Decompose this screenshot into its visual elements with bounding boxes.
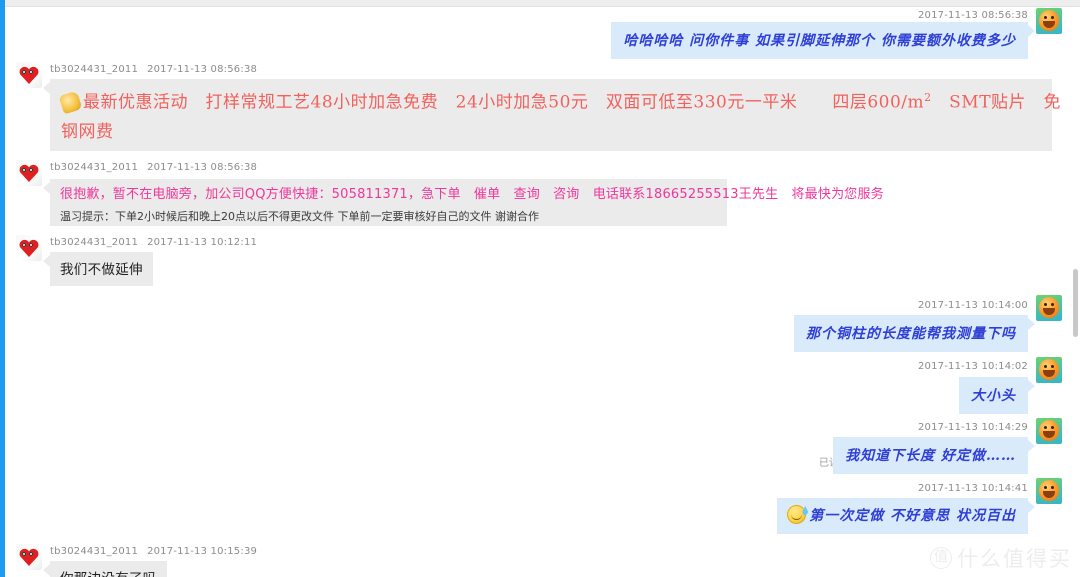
message-list: 2017-11-13 08:56:38 已读 哈哈哈哈 问你件事 如果引脚延伸那… [5,7,1071,577]
top-divider-band [5,0,1080,7]
message-timestamp: 2017-11-13 08:56:38 [147,64,258,75]
message-bubble[interactable]: 你那边没有了吗 [43,561,167,577]
avatar-contact[interactable] [16,62,42,88]
message-bubble[interactable]: 哈哈哈哈 问你件事 如果引脚延伸那个 你需要额外收费多少 [611,22,1035,59]
sender-name: tb3024431_2011 [50,546,139,557]
message-text: 哈哈哈哈 问你件事 如果引脚延伸那个 你需要额外收费多少 [623,33,1016,49]
message-timestamp: 2017-11-13 10:14:02 [917,361,1028,372]
message-text: 大小头 [971,388,1016,404]
message-timestamp: 2017-11-13 08:56:38 [917,10,1028,21]
message-meta: tb3024431_2011 2017-11-13 08:56:38 [50,162,257,173]
message-timestamp: 2017-11-13 10:15:39 [147,546,258,557]
message-bubble[interactable]: 大小头 [959,377,1035,414]
scrollbar-track[interactable] [1071,7,1080,577]
avatar-self[interactable] [1036,478,1062,504]
notice-line-2: 温习提示：下单2小时候后和晚上20点以后不得更改文件 下单前一定要审核好自己的文… [60,209,539,223]
waving-hand-emoji [58,90,83,115]
promo-text-main: 最新优惠活动 打样常规工艺48小时加急免费 24小时加急50元 双面可低至330… [83,92,925,113]
scrollbar-thumb[interactable] [1073,269,1078,337]
message-timestamp: 2017-11-13 10:14:29 [917,422,1028,433]
sender-name: tb3024431_2011 [50,64,139,75]
message-timestamp: 2017-11-13 10:14:41 [917,483,1028,494]
message-text: 我们不做延伸 [60,262,143,278]
avatar-contact[interactable] [16,160,42,186]
notice-line-1: 很抱歉，暂不在电脑旁，加公司QQ方便快捷：505811371，急下单 催单 查询… [60,187,884,202]
promo-line-2: 钢网费 [61,121,114,142]
message-meta: tb3024431_2011 2017-11-13 08:56:38 [50,64,257,75]
avatar-self[interactable] [1036,357,1062,383]
message-timestamp: 2017-11-13 10:12:11 [147,237,258,248]
message-meta: tb3024431_2011 2017-11-13 10:15:39 [50,546,257,557]
message-bubble[interactable]: 第一次定做 不好意思 状况百出 [777,498,1035,534]
avatar-self[interactable] [1036,418,1062,444]
sender-name: tb3024431_2011 [50,237,139,248]
promo-text-tail: SMT贴片 免 [931,92,1062,113]
sender-name: tb3024431_2011 [50,162,139,173]
message-bubble[interactable]: 很抱歉，暂不在电脑旁，加公司QQ方便快捷：505811371，急下单 催单 查询… [43,179,884,226]
message-bubble[interactable]: 我知道下长度 好定做…… [833,437,1035,474]
message-timestamp: 2017-11-13 10:14:00 [917,300,1028,311]
promo-line-1: 最新优惠活动 打样常规工艺48小时加急免费 24小时加急50元 双面可低至330… [58,89,1061,117]
message-bubble[interactable]: 那个铜柱的长度能帮我测量下吗 [794,315,1035,352]
chat-window: 2017-11-13 08:56:38 已读 哈哈哈哈 问你件事 如果引脚延伸那… [0,0,1080,577]
message-text: 第一次定做 不好意思 状况百出 [809,508,1016,524]
sweat-smile-emoji [787,505,807,524]
message-text: 那个铜柱的长度能帮我测量下吗 [806,326,1016,342]
avatar-self[interactable] [1036,295,1062,321]
message-bubble[interactable]: 我们不做延伸 [43,252,153,286]
avatar-self[interactable] [1036,8,1062,34]
avatar-contact[interactable] [16,235,42,261]
message-meta: tb3024431_2011 2017-11-13 10:12:11 [50,237,257,248]
avatar-contact[interactable] [16,544,42,570]
message-bubble[interactable]: 最新优惠活动 打样常规工艺48小时加急免费 24小时加急50元 双面可低至330… [43,79,1061,151]
message-text: 你那边没有了吗 [60,571,157,577]
message-text: 我知道下长度 好定做…… [845,448,1016,464]
message-timestamp: 2017-11-13 08:56:38 [147,162,258,173]
promo-superscript: 2 [924,91,932,104]
